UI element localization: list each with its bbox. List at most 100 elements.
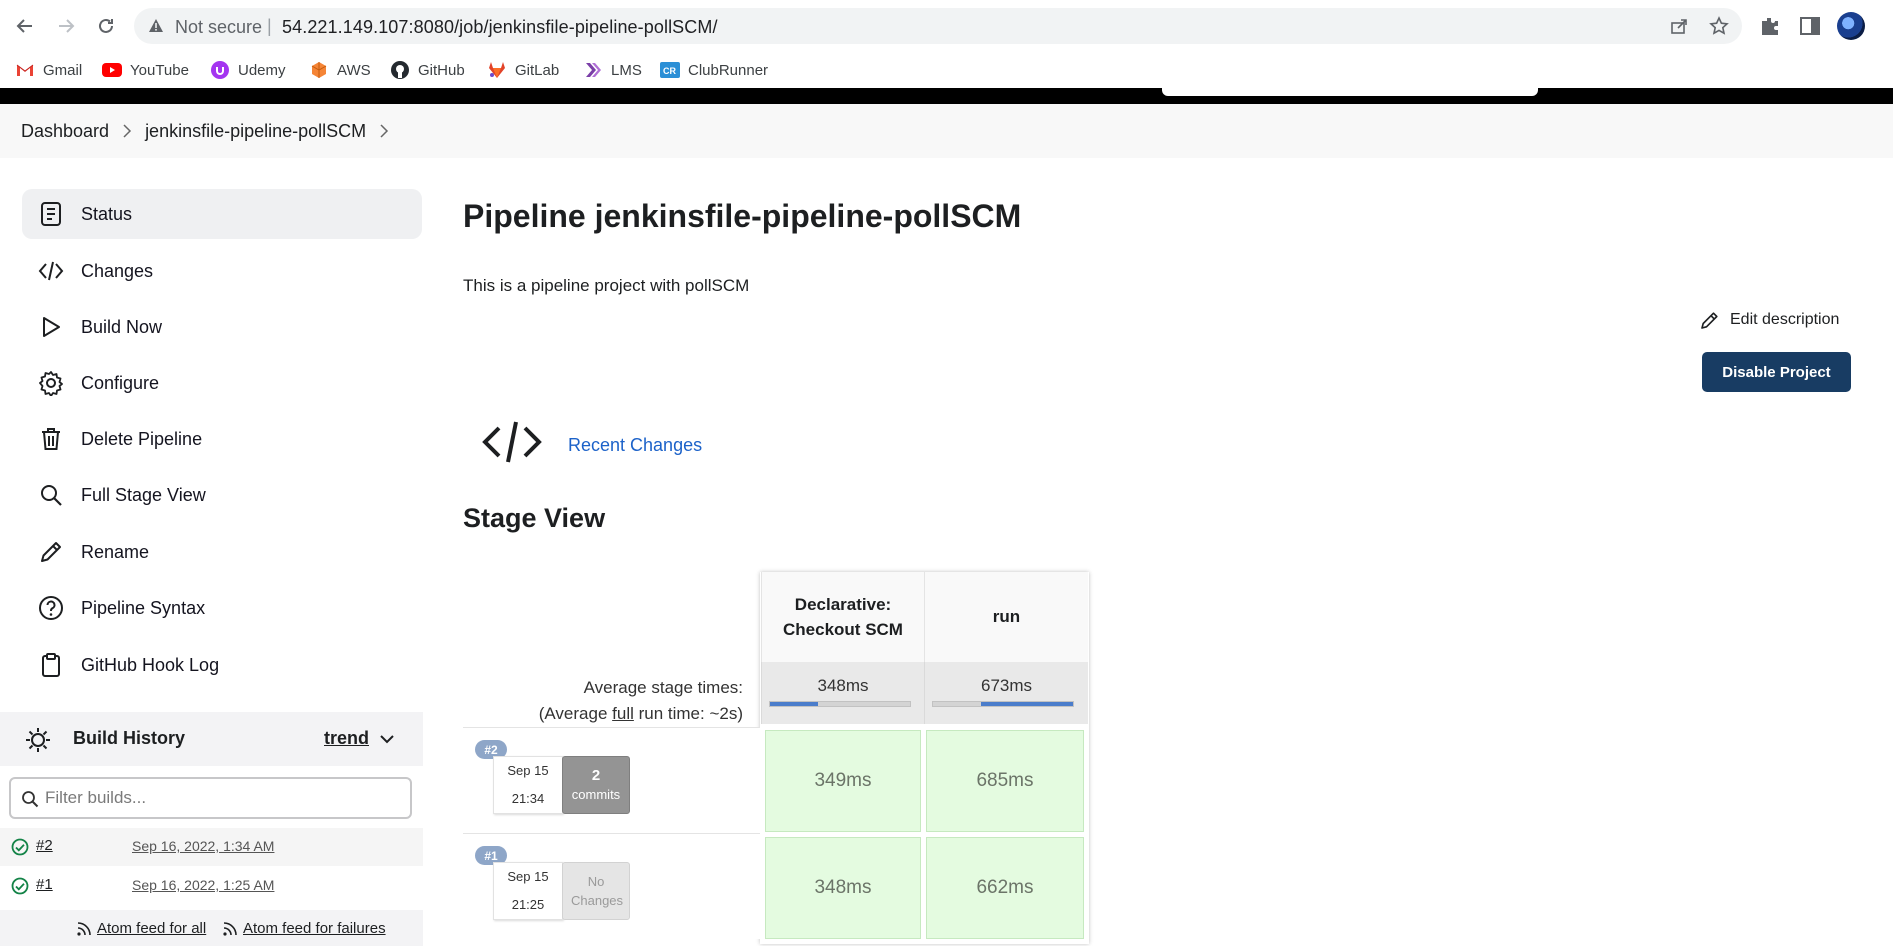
header-search-box[interactable] (1162, 84, 1538, 96)
bookmark-label: YouTube (130, 61, 189, 79)
task-status[interactable]: Status (22, 189, 422, 239)
breadcrumb-dashboard[interactable]: Dashboard (21, 121, 109, 142)
youtube-icon (102, 60, 122, 80)
filter-builds-input[interactable] (45, 787, 395, 809)
profile-avatar[interactable] (1837, 12, 1865, 40)
side-panel-icon[interactable] (1798, 14, 1822, 38)
omnibox-separator: | (267, 16, 272, 36)
gitlab-icon (487, 60, 507, 80)
bookmark-lms[interactable]: LMS (583, 58, 642, 82)
browser-toolbar: Not secure | 54.221.149.107:8080/job/jen… (0, 0, 1893, 52)
task-label: Status (81, 203, 133, 224)
build-date-link[interactable]: Sep 16, 2022, 1:34 AM (132, 838, 274, 854)
address-bar[interactable]: Not secure | 54.221.149.107:8080/job/jen… (134, 8, 1742, 44)
bookmark-label: AWS (337, 61, 371, 79)
task-label: GitHub Hook Log (81, 654, 220, 675)
disable-project-button[interactable]: Disable Project (1702, 352, 1851, 392)
avg-label-line2: (Average full run time: ~2s) (539, 701, 743, 727)
recent-changes-link[interactable]: Recent Changes (568, 435, 702, 456)
run-commits-button[interactable]: 2 commits (562, 756, 630, 814)
task-pipeline-syntax[interactable]: Pipeline Syntax (22, 583, 422, 633)
stage-name-line1: Declarative: (794, 594, 892, 614)
task-delete-pipeline[interactable]: Delete Pipeline (22, 414, 422, 464)
chevron-down-icon[interactable] (380, 734, 394, 744)
extensions-icon[interactable] (1758, 14, 1782, 38)
task-label: Pipeline Syntax (81, 597, 206, 618)
task-build-now[interactable]: Build Now (22, 302, 422, 352)
task-label: Rename (81, 541, 150, 562)
stage-cell[interactable]: 349ms (765, 730, 921, 832)
clipboard-icon (37, 651, 65, 679)
back-button[interactable] (12, 13, 38, 39)
svg-text:CR: CR (663, 66, 676, 76)
stage-cell[interactable]: 685ms (926, 730, 1084, 832)
commits-label: No Changes (571, 874, 624, 908)
security-label[interactable]: Not secure (175, 17, 262, 38)
stage-header-run: run (924, 572, 1088, 662)
task-rename[interactable]: Rename (22, 527, 422, 577)
task-changes[interactable]: Changes (22, 246, 422, 296)
stage-avg-bar-fill (770, 702, 818, 706)
edit-description-link[interactable]: Edit description (1700, 310, 1839, 330)
screen: { "browser": { "security_label": "Not se… (0, 0, 1893, 946)
task-label: Configure (81, 372, 160, 393)
filter-builds-field[interactable] (9, 777, 412, 819)
run-date: Sep 15 21:25 (493, 862, 563, 920)
task-label: Build Now (81, 316, 163, 337)
reload-button[interactable] (93, 13, 119, 39)
bookmark-clubrunner[interactable]: CR ClubRunner (660, 58, 768, 82)
build-history-header: Build History trend (0, 712, 423, 766)
bookmark-gitlab[interactable]: GitLab (487, 58, 559, 82)
stage-name-line1: run (992, 607, 1021, 627)
bookmark-youtube[interactable]: YouTube (102, 58, 189, 82)
rss-icon (223, 921, 237, 936)
build-number-link[interactable]: #2 (36, 837, 53, 854)
trend-link[interactable]: trend (324, 728, 369, 749)
reload-icon (99, 18, 113, 33)
task-label: Delete Pipeline (81, 428, 203, 449)
bookmark-udemy[interactable]: Udemy (210, 58, 286, 82)
task-github-hook-log[interactable]: GitHub Hook Log (22, 640, 422, 690)
run-date-time: 21:25 (511, 897, 545, 912)
help-icon (37, 594, 65, 622)
build-date-link[interactable]: Sep 16, 2022, 1:25 AM (132, 877, 274, 893)
bookmark-github[interactable]: GitHub (390, 58, 465, 82)
search-icon (37, 481, 65, 509)
play-icon (37, 313, 65, 341)
bookmark-label: LMS (611, 61, 642, 79)
status-icon (37, 200, 65, 228)
trash-icon (37, 425, 65, 453)
gear-icon (37, 369, 65, 397)
share-icon[interactable] (1669, 16, 1689, 36)
task-label: Full Stage View (81, 484, 206, 505)
bookmark-label: Udemy (238, 61, 286, 79)
stage-cell[interactable]: 348ms (765, 837, 921, 939)
bookmark-aws[interactable]: AWS (309, 58, 371, 82)
atom-feed-failures-link[interactable]: Atom feed for failures (222, 920, 386, 937)
bookmark-label: ClubRunner (688, 61, 769, 79)
bookmark-gmail[interactable]: Gmail (15, 58, 82, 82)
atom-feed-all-link[interactable]: Atom feed for all (76, 920, 206, 937)
search-icon (22, 791, 39, 808)
avg-label-line1: Average stage times: (583, 678, 743, 697)
stage-avg-time: 673ms (980, 676, 1033, 695)
stage-cell[interactable]: 662ms (926, 837, 1084, 939)
build-row: #1 Sep 16, 2022, 1:25 AM (0, 867, 423, 905)
forward-button[interactable] (53, 13, 79, 39)
pencil-icon (1701, 312, 1718, 329)
task-full-stage-view[interactable]: Full Stage View (22, 470, 422, 520)
bookmark-label: Gmail (43, 61, 83, 79)
run-commits-button[interactable]: No Changes (562, 862, 630, 920)
chevron-right-icon[interactable] (109, 124, 145, 138)
bookmark-star-icon[interactable] (1709, 16, 1729, 36)
run-date: Sep 15 21:34 (493, 756, 563, 814)
url-text[interactable]: 54.221.149.107:8080/job/jenkinsfile-pipe… (282, 17, 718, 38)
stage-avg-checkout: 348ms (761, 662, 924, 724)
build-number-link[interactable]: #1 (36, 876, 53, 893)
commits-label: commits (571, 787, 621, 802)
success-icon (11, 838, 29, 856)
task-configure[interactable]: Configure (22, 358, 422, 408)
chevron-right-icon[interactable] (366, 124, 402, 138)
gmail-icon (15, 60, 35, 80)
breadcrumb-job[interactable]: jenkinsfile-pipeline-pollSCM (145, 121, 366, 142)
